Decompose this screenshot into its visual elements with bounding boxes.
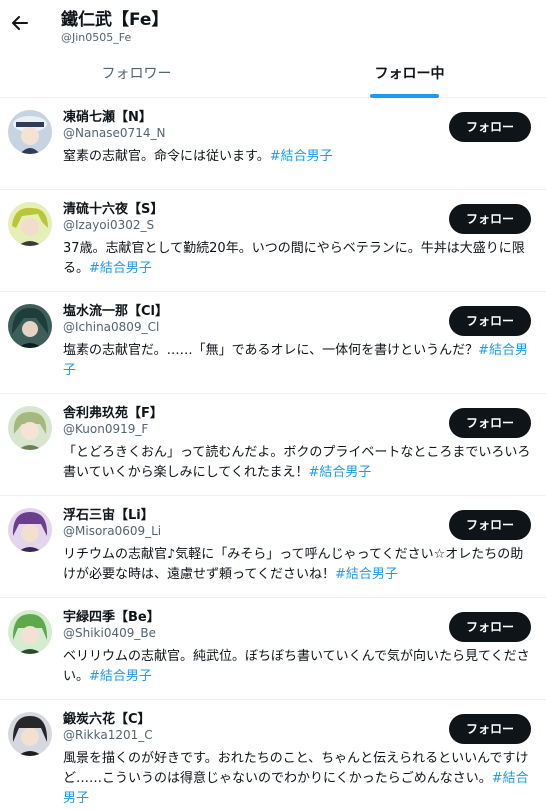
user-handle: @Ichina0809_Cl xyxy=(63,320,160,334)
user-row[interactable]: 宇緑四季【Be】 @Shiki0409_Be ベリリウムの志献官。純武位。ぼちぼ… xyxy=(0,598,546,700)
follow-button[interactable]: フォロー xyxy=(449,510,531,540)
follow-button[interactable]: フォロー xyxy=(449,306,531,336)
follow-button[interactable]: フォロー xyxy=(449,112,531,142)
user-handle: @Nanase0714_N xyxy=(63,126,166,140)
user-bio: ベリリウムの志献官。純武位。ぼちぼち書いていくんで気が向いたら見てください。#結… xyxy=(63,649,530,684)
follow-button[interactable]: フォロー xyxy=(449,204,531,234)
user-handle: @Rikka1201_C xyxy=(63,728,153,742)
follow-tabs: フォロワー フォロー中 xyxy=(0,52,546,98)
tab-following[interactable]: フォロー中 xyxy=(273,52,546,97)
user-bio: リチウムの志献官♪気軽に「みそら」って呼んじゃってください☆オレたちの助けが必要… xyxy=(63,547,524,582)
hashtag-link[interactable]: #結合男子 xyxy=(308,465,371,480)
user-name[interactable]: 舎利弗玖苑【F】 xyxy=(63,402,163,421)
profile-header: 鐵仁武【Fe】 @Jin0505_Fe xyxy=(0,0,546,52)
user-name[interactable]: 鍛炭六花【C】 xyxy=(63,708,151,727)
avatar[interactable] xyxy=(8,406,52,450)
user-handle: @Shiki0409_Be xyxy=(63,626,156,640)
user-name[interactable]: 凍硝七瀬【N】 xyxy=(63,106,152,125)
follow-button[interactable]: フォロー xyxy=(449,612,531,642)
user-bio: 風景を描くのが好きです。おれたちのこと、ちゃんと伝えられるといいんですけど……こ… xyxy=(63,751,529,806)
user-bio: 塩素の志献官だ。……「無」であるオレに、一体何を書けというんだ？#結合男子 xyxy=(63,343,528,378)
user-handle: @Kuon0919_F xyxy=(63,422,149,436)
avatar[interactable] xyxy=(8,610,52,654)
avatar[interactable] xyxy=(8,712,52,756)
user-row[interactable]: 鍛炭六花【C】 @Rikka1201_C 風景を描くのが好きです。おれたちのこと… xyxy=(0,700,546,810)
user-name[interactable]: 清硫十六夜【S】 xyxy=(63,198,163,217)
avatar[interactable] xyxy=(8,508,52,552)
user-row[interactable]: 舎利弗玖苑【F】 @Kuon0919_F 「とどろきくおん」って読むんだよ。ボク… xyxy=(0,394,546,496)
user-name[interactable]: 宇緑四季【Be】 xyxy=(63,606,160,625)
avatar[interactable] xyxy=(8,110,52,154)
user-handle: @Izayoi0302_S xyxy=(63,218,155,232)
user-name[interactable]: 塩水流一那【Cl】 xyxy=(63,300,168,319)
follow-button[interactable]: フォロー xyxy=(449,408,531,438)
user-row[interactable]: 浮石三宙【Li】 @Misora0609_Li リチウムの志献官♪気軽に「みそら… xyxy=(0,496,546,598)
following-list: 凍硝七瀬【N】 @Nanase0714_N 窒素の志献官。命令には従います。#結… xyxy=(0,98,546,810)
user-bio: 「とどろきくおん」って読むんだよ。ボクのプライベートなところまでいろいろ書いてい… xyxy=(63,445,531,480)
avatar[interactable] xyxy=(8,304,52,348)
user-row[interactable]: 凍硝七瀬【N】 @Nanase0714_N 窒素の志献官。命令には従います。#結… xyxy=(0,98,546,190)
tab-followers[interactable]: フォロワー xyxy=(0,52,273,97)
hashtag-link[interactable]: #結合男子 xyxy=(89,669,152,684)
user-row[interactable]: 清硫十六夜【S】 @Izayoi0302_S 37歳。志献官として勤続20年。い… xyxy=(0,190,546,292)
user-name[interactable]: 浮石三宙【Li】 xyxy=(63,504,154,523)
hashtag-link[interactable]: #結合男子 xyxy=(335,567,398,582)
follow-button[interactable]: フォロー xyxy=(449,714,531,744)
hashtag-link[interactable]: #結合男子 xyxy=(270,149,333,164)
user-bio: 37歳。志献官として勤続20年。いつの間にやらベテランに。牛丼は大盛りに限る。#… xyxy=(63,241,525,276)
user-row[interactable]: 塩水流一那【Cl】 @Ichina0809_Cl 塩素の志献官だ。……「無」であ… xyxy=(0,292,546,394)
user-handle: @Misora0609_Li xyxy=(63,524,162,538)
user-bio: 窒素の志献官。命令には従います。#結合男子 xyxy=(63,149,333,164)
profile-handle: @Jin0505_Fe xyxy=(61,31,132,44)
hashtag-link[interactable]: #結合男子 xyxy=(89,261,152,276)
profile-name: 鐵仁武【Fe】 xyxy=(61,10,169,30)
avatar[interactable] xyxy=(8,202,52,246)
back-arrow-icon[interactable] xyxy=(10,13,30,33)
